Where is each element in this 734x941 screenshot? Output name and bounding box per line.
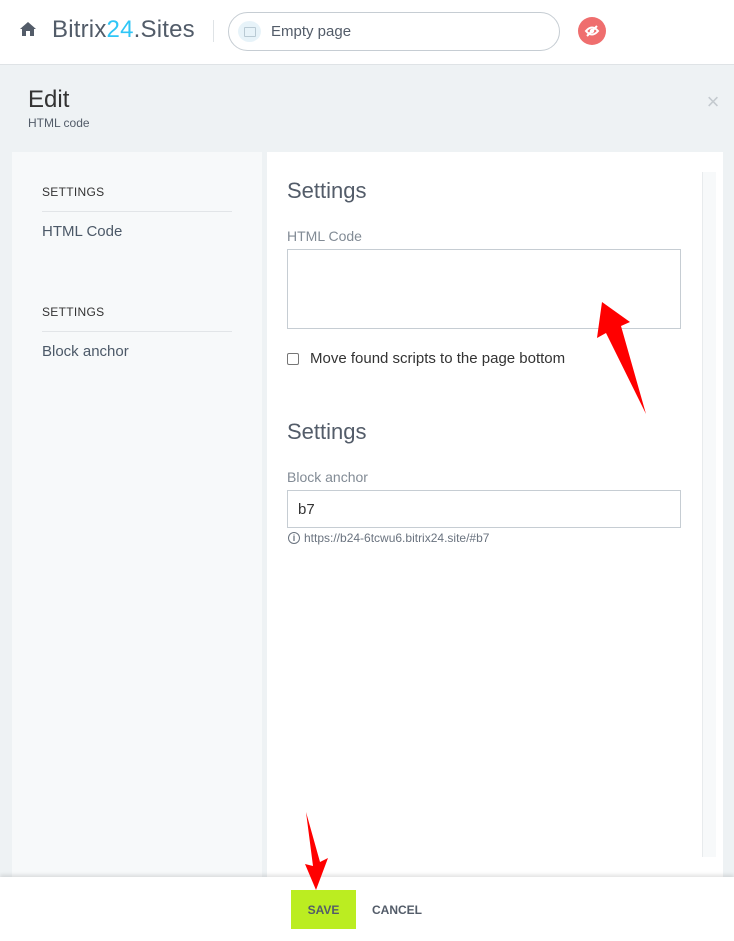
sidebar-item-html-code[interactable]: HTML Code bbox=[42, 223, 122, 240]
section-title-anchor: Settings bbox=[287, 419, 367, 444]
html-code-label: HTML Code bbox=[287, 228, 362, 244]
sidebar-heading-settings: SETTINGS bbox=[42, 185, 105, 199]
page-selector[interactable]: Empty page bbox=[228, 12, 560, 51]
section-title-html: Settings bbox=[287, 178, 367, 203]
top-bar: Bitrix24.Sites Empty page bbox=[0, 0, 734, 65]
page-subtitle: HTML code bbox=[28, 116, 90, 130]
anchor-url-hint: i https://b24-6tcwu6.bitrix24.site/#b7 bbox=[288, 531, 489, 545]
move-scripts-label: Move found scripts to the page bottom bbox=[310, 350, 566, 367]
brand-number: 24 bbox=[106, 16, 134, 43]
settings-sidebar: SETTINGS HTML Code SETTINGS Block anchor bbox=[12, 152, 262, 877]
eye-off-icon bbox=[584, 25, 600, 37]
anchor-url-text: https://b24-6tcwu6.bitrix24.site/#b7 bbox=[304, 531, 490, 545]
panel-scrollbar[interactable] bbox=[702, 172, 716, 857]
preview-toggle-button[interactable] bbox=[578, 17, 606, 45]
html-code-textarea[interactable] bbox=[287, 249, 681, 329]
info-icon: i bbox=[288, 532, 300, 544]
brand-logo[interactable]: Bitrix24.Sites bbox=[52, 16, 195, 44]
footer-bar: SAVE CANCEL bbox=[0, 877, 734, 941]
settings-panel: Settings HTML Code Move found scripts to… bbox=[267, 152, 723, 877]
sidebar-divider bbox=[42, 331, 232, 332]
page-thumbnail-icon bbox=[238, 21, 261, 42]
block-anchor-input[interactable] bbox=[287, 490, 681, 528]
brand-suffix: .Sites bbox=[133, 16, 195, 43]
sidebar-item-block-anchor[interactable]: Block anchor bbox=[42, 343, 129, 360]
brand-prefix: Bitrix bbox=[52, 16, 107, 43]
close-icon[interactable]: × bbox=[704, 91, 722, 113]
sidebar-divider bbox=[42, 211, 232, 212]
save-button[interactable]: SAVE bbox=[291, 890, 356, 929]
move-scripts-checkbox[interactable] bbox=[287, 352, 299, 365]
move-scripts-option[interactable]: Move found scripts to the page bottom bbox=[287, 350, 565, 367]
divider bbox=[213, 20, 214, 42]
page-title: Edit bbox=[28, 86, 70, 113]
page-name: Empty page bbox=[271, 23, 352, 40]
cancel-button[interactable]: CANCEL bbox=[362, 890, 432, 929]
home-icon[interactable] bbox=[19, 21, 37, 37]
block-anchor-label: Block anchor bbox=[287, 469, 368, 485]
sidebar-heading-settings: SETTINGS bbox=[42, 305, 105, 319]
